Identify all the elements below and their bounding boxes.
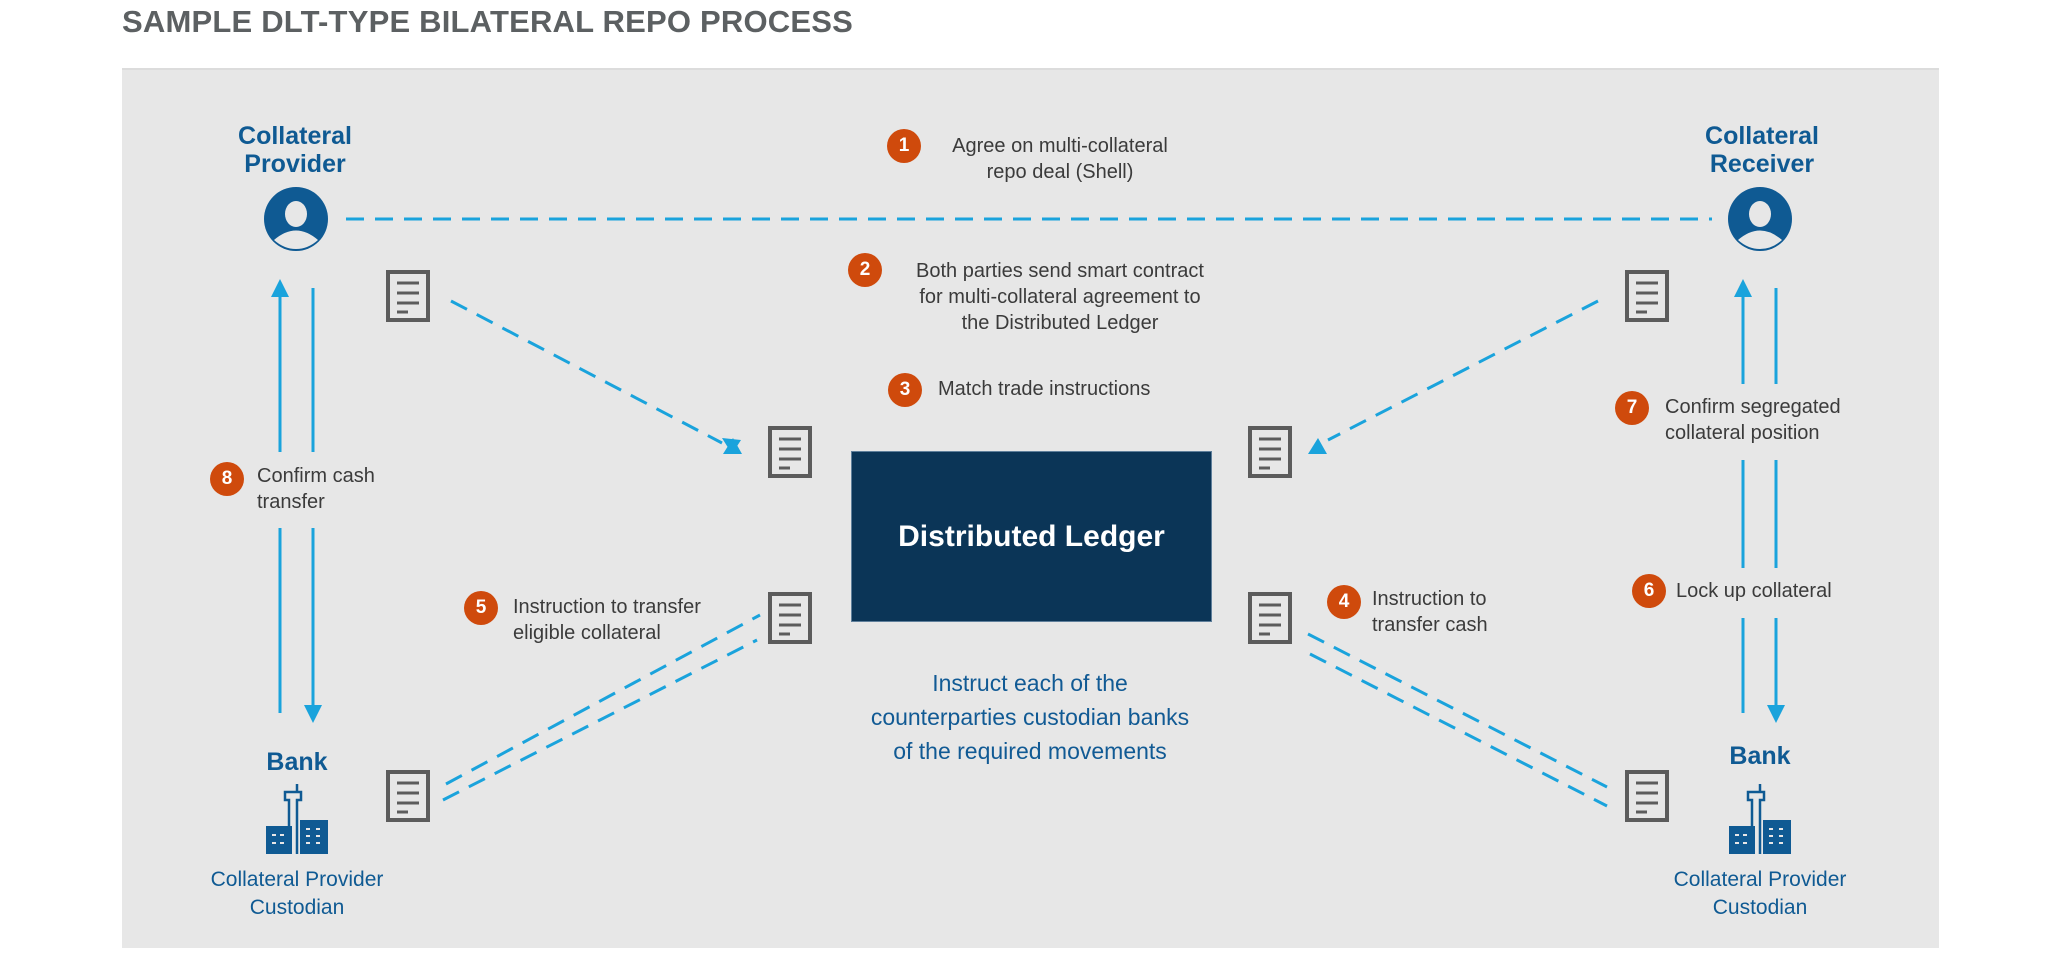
document-icon bbox=[1248, 592, 1292, 644]
step-5-badge: 5 bbox=[464, 591, 498, 625]
step-6-line1: Lock up collateral bbox=[1676, 580, 1832, 602]
step-7-badge: 7 bbox=[1615, 391, 1649, 425]
collateral-receiver-label: Collateral Receiver bbox=[1682, 122, 1842, 178]
provider-label-line2: Provider bbox=[244, 150, 346, 178]
left-custodian-label: Collateral Provider Custodian bbox=[187, 866, 407, 922]
receiver-label-line2: Receiver bbox=[1709, 150, 1815, 178]
provider-to-ledger-dashed-arrow bbox=[450, 299, 723, 445]
document-icon bbox=[386, 270, 430, 322]
step-8-line2: transfer bbox=[257, 491, 325, 513]
instruction-note: Instruct each of the counterparties cust… bbox=[830, 666, 1230, 768]
document-icon bbox=[386, 770, 430, 822]
left-bank-title: Bank bbox=[266, 748, 328, 776]
up-arrowhead bbox=[271, 279, 289, 297]
step-3-text: Match trade instructions bbox=[938, 376, 1150, 402]
step-4-line1: Instruction to bbox=[1372, 588, 1487, 610]
collateral-provider-label: Collateral Provider bbox=[215, 122, 375, 178]
cash-instruction-line-a bbox=[1307, 632, 1608, 789]
left-custodian-line2: Custodian bbox=[249, 896, 345, 919]
cash-instruction-line-b bbox=[1309, 652, 1608, 808]
person-icon bbox=[264, 187, 328, 256]
document-icon bbox=[1625, 770, 1669, 822]
right-bank-title: Bank bbox=[1729, 742, 1791, 770]
step-2-badge: 2 bbox=[848, 253, 882, 287]
left-custodian-line1: Collateral Provider bbox=[210, 868, 384, 891]
down-arrowhead bbox=[1767, 705, 1785, 723]
step-7-line2: collateral position bbox=[1665, 422, 1820, 444]
right-custodian-line1: Collateral Provider bbox=[1673, 868, 1847, 891]
receiver-label-line1: Collateral bbox=[1705, 122, 1819, 150]
document-icon bbox=[1248, 426, 1292, 478]
step-1-badge: 1 bbox=[887, 129, 921, 163]
bank-building-icon bbox=[1727, 782, 1793, 859]
step-3-badge: 3 bbox=[888, 373, 922, 407]
step-6-text: Lock up collateral bbox=[1676, 578, 1832, 604]
instruction-note-line3: of the required movements bbox=[893, 738, 1167, 764]
instruction-note-line1: Instruct each of the bbox=[932, 670, 1128, 696]
step-7-line1: Confirm segregated bbox=[1665, 396, 1841, 418]
right-custodian-line2: Custodian bbox=[1712, 896, 1808, 919]
receiver-to-ledger-dashed-arrow bbox=[1327, 299, 1599, 442]
step-7-text: Confirm segregated collateral position bbox=[1665, 394, 1841, 446]
provider-label-line1: Collateral bbox=[238, 122, 352, 150]
step-5-line1: Instruction to transfer bbox=[513, 596, 701, 618]
step-4-text: Instruction to transfer cash bbox=[1372, 586, 1488, 638]
step-2-line3: the Distributed Ledger bbox=[961, 312, 1159, 334]
document-icon bbox=[1625, 270, 1669, 322]
step-6-badge: 6 bbox=[1632, 574, 1666, 608]
step-1-line1: Agree on multi-collateral bbox=[952, 135, 1168, 157]
down-arrowhead bbox=[304, 705, 322, 723]
document-icon bbox=[768, 592, 812, 644]
step-8-line1: Confirm cash bbox=[257, 465, 375, 487]
bank-building-icon bbox=[264, 782, 330, 859]
document-icon bbox=[768, 426, 812, 478]
step-3-line1: Match trade instructions bbox=[938, 378, 1151, 400]
step-8-text: Confirm cash transfer bbox=[257, 463, 375, 515]
step-4-badge: 4 bbox=[1327, 585, 1361, 619]
up-arrowhead bbox=[1734, 279, 1752, 297]
step-1-line2: repo deal (Shell) bbox=[986, 161, 1134, 183]
step-5-text: Instruction to transfer eligible collate… bbox=[513, 594, 701, 646]
distributed-ledger-box: Distributed Ledger bbox=[851, 451, 1212, 622]
collateral-instruction-line-b bbox=[442, 638, 758, 802]
person-icon bbox=[1728, 187, 1792, 256]
step-5-line2: eligible collateral bbox=[513, 622, 661, 644]
step-2-line2: for multi-collateral agreement to bbox=[919, 286, 1201, 308]
step-1-text: Agree on multi-collateral repo deal (She… bbox=[920, 133, 1200, 185]
right-custodian-label: Collateral Provider Custodian bbox=[1650, 866, 1870, 922]
step-2-text: Both parties send smart contract for mul… bbox=[890, 258, 1230, 336]
step-2-line1: Both parties send smart contract bbox=[916, 260, 1204, 282]
instruction-note-line2: counterparties custodian banks bbox=[870, 704, 1190, 730]
arrowhead bbox=[1308, 438, 1327, 454]
step-8-badge: 8 bbox=[210, 462, 244, 496]
step-4-line2: transfer cash bbox=[1372, 614, 1488, 636]
